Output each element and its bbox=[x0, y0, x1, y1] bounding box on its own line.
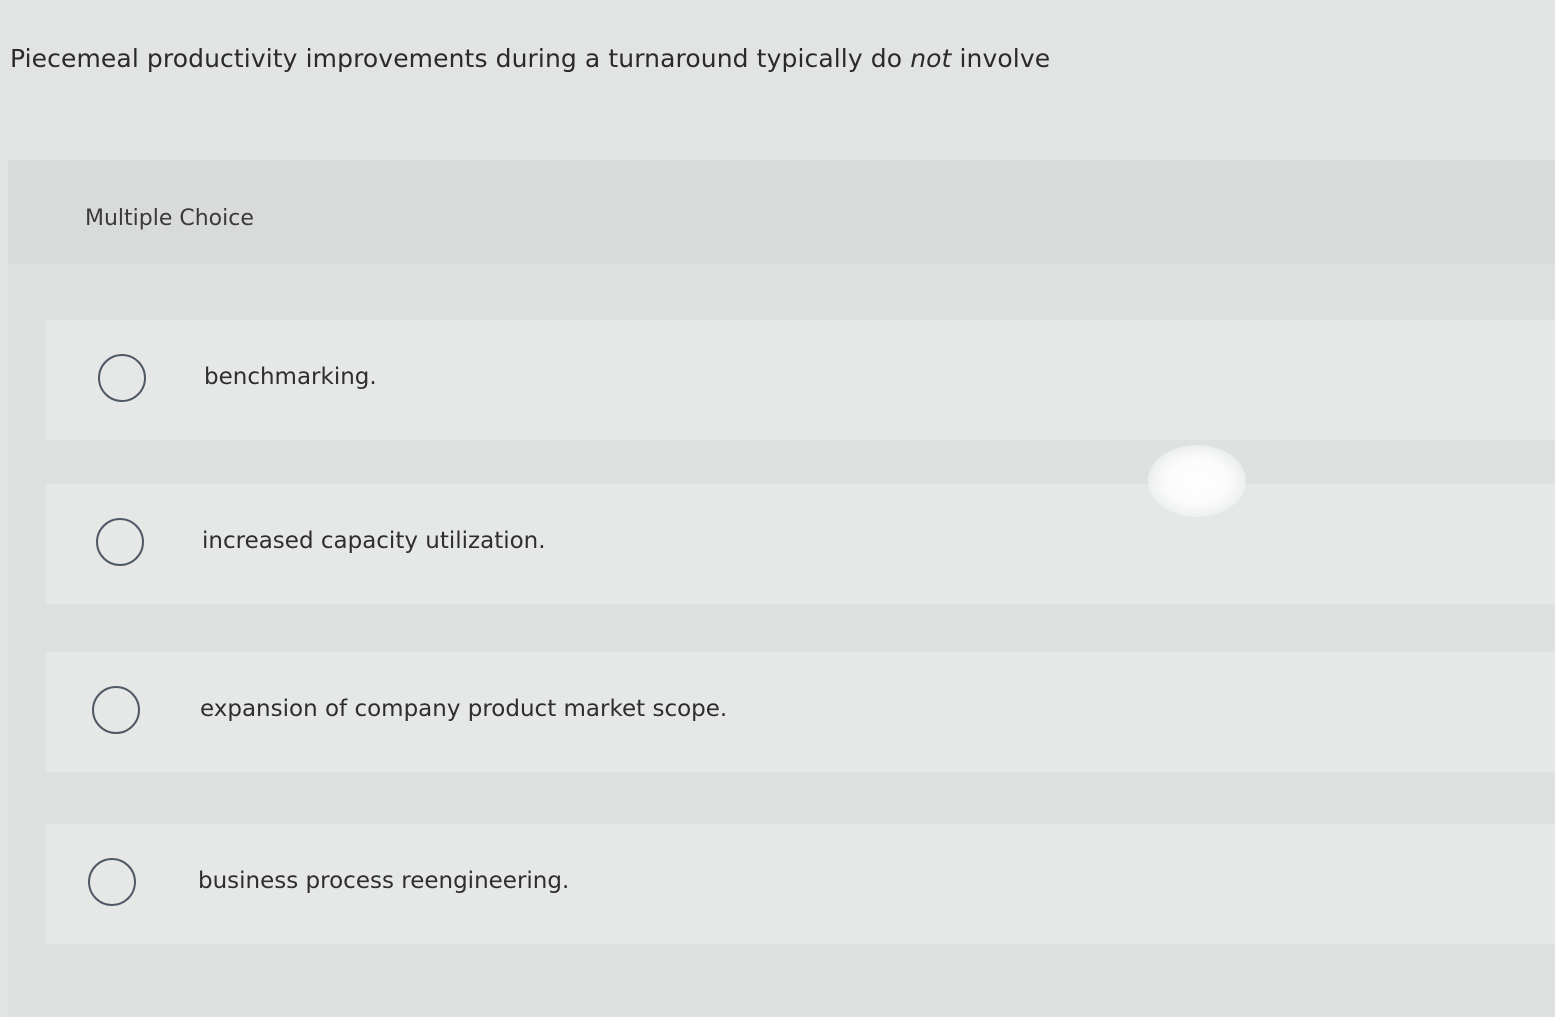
question-prompt: Piecemeal productivity improvements duri… bbox=[10, 44, 1050, 73]
screen-glare bbox=[1148, 445, 1246, 517]
choice-option-4[interactable]: business process reengineering. bbox=[46, 824, 1555, 944]
multiple-choice-label: Multiple Choice bbox=[85, 206, 254, 231]
radio-button[interactable] bbox=[88, 858, 136, 906]
choice-label: business process reengineering. bbox=[198, 868, 570, 894]
question-emphasis: not bbox=[910, 44, 952, 73]
radio-button[interactable] bbox=[92, 686, 140, 734]
choice-option-3[interactable]: expansion of company product market scop… bbox=[46, 652, 1555, 772]
choice-label: increased capacity utilization. bbox=[202, 528, 546, 554]
choice-option-1[interactable]: benchmarking. bbox=[46, 320, 1555, 440]
choice-label: expansion of company product market scop… bbox=[200, 696, 728, 722]
radio-button[interactable] bbox=[96, 518, 144, 566]
question-text-before: Piecemeal productivity improvements duri… bbox=[10, 44, 911, 73]
choice-option-2[interactable]: increased capacity utilization. bbox=[46, 484, 1555, 604]
question-text-after: involve bbox=[951, 44, 1051, 73]
radio-button[interactable] bbox=[98, 354, 146, 402]
choice-label: benchmarking. bbox=[204, 364, 377, 390]
